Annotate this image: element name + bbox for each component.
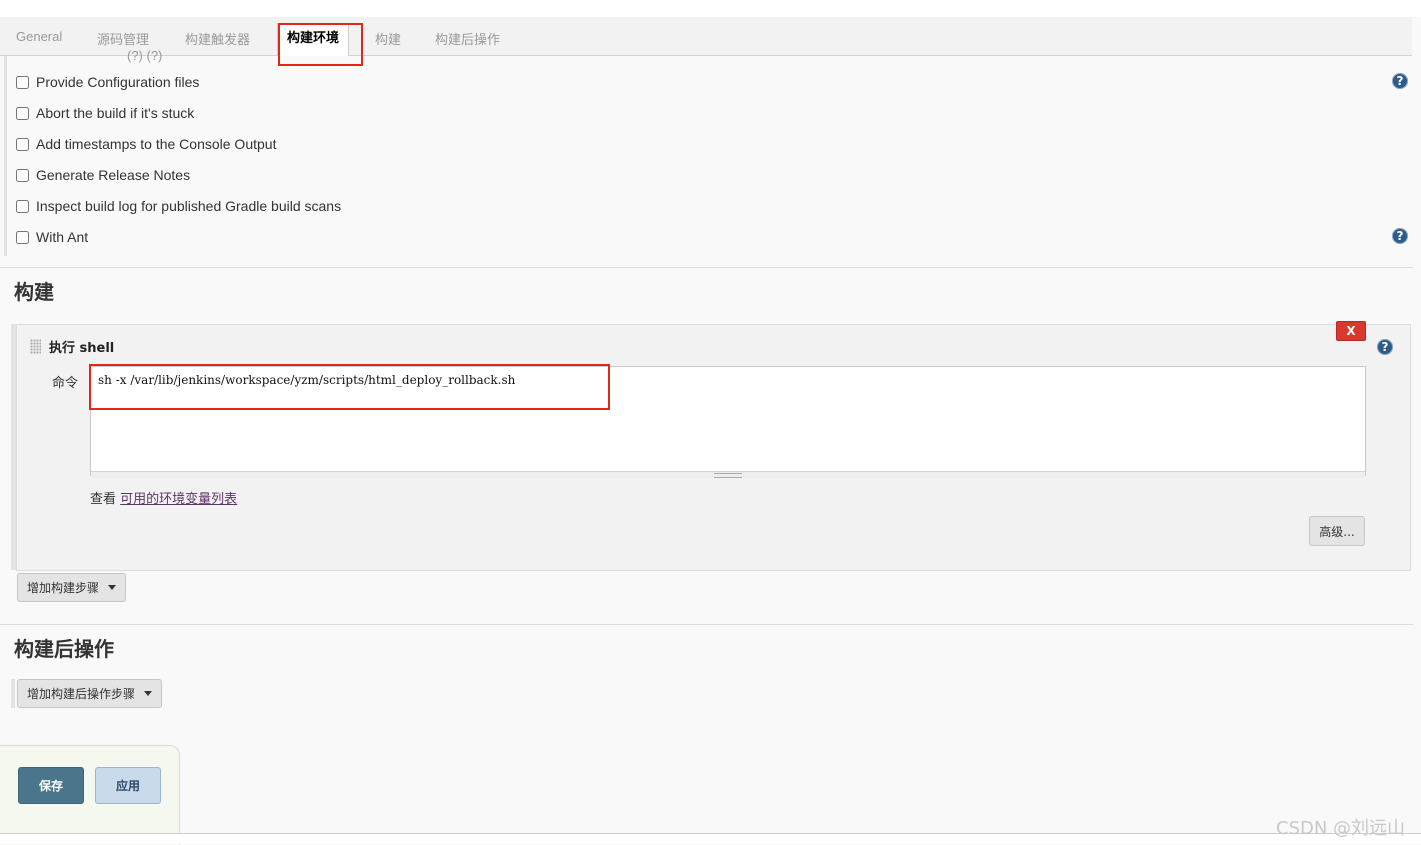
add-build-step-label: 增加构建步骤 [26,581,99,595]
option-release-notes: Generate Release Notes [16,165,190,185]
textarea-resize-handle[interactable] [91,471,1365,478]
command-textarea[interactable]: sh -x /var/lib/jenkins/workspace/yzm/scr… [90,366,1366,476]
add-post-build-step-button[interactable]: 增加构建后操作步骤 [17,679,162,708]
advanced-button[interactable]: 高级... [1309,516,1365,546]
tab-build[interactable]: 构建 [375,29,401,48]
chevron-down-icon [144,691,152,696]
option-abort-if-stuck: Abort the build if it's stuck [16,103,194,123]
env-vars-line: 查看 可用的环境变量列表 [90,488,237,507]
command-label: 命令 [52,376,79,391]
option-label: Provide Configuration files [36,74,200,90]
top-strip [0,0,1421,17]
with-ant-checkbox[interactable] [16,230,29,244]
drag-handle-icon[interactable] [30,339,41,354]
partial-hidden-row: (?) (?) [127,48,163,63]
help-icon[interactable]: ? [1392,73,1408,89]
post-build-section-title: 构建后操作 [14,637,114,661]
option-gradle-build-scans: Inspect build log for published Gradle b… [16,196,341,216]
add-build-step-button[interactable]: 增加构建步骤 [17,573,126,602]
option-add-timestamps: Add timestamps to the Console Output [16,134,276,154]
option-label: Abort the build if it's stuck [36,105,195,121]
config-tab-bar: General 源码管理 构建触发器 构建环境 构建 构建后操作 [0,17,1412,56]
tab-post-build-actions[interactable]: 构建后操作 [435,29,500,48]
tab-build-environment[interactable]: 构建环境 [277,23,350,56]
option-label: Generate Release Notes [36,167,191,183]
save-button[interactable]: 保存 [18,767,84,804]
watermark: CSDN @刘远山 [1276,818,1406,839]
option-label: Add timestamps to the Console Output [36,136,277,152]
env-vars-link[interactable]: 可用的环境变量列表 [120,492,237,507]
add-timestamps-checkbox[interactable] [16,137,29,151]
execute-shell-step-title: 执行 shell [49,341,115,356]
advanced-button-label: 高级... [1319,524,1355,539]
provide-config-files-checkbox[interactable] [16,75,29,89]
tab-build-triggers[interactable]: 构建触发器 [185,29,250,48]
delete-step-button[interactable]: X [1336,321,1366,341]
section-divider [0,267,1413,268]
section-divider [0,624,1413,625]
help-icon[interactable]: ? [1392,228,1408,244]
env-vars-prefix: 查看 [90,492,121,507]
build-section-title: 构建 [14,280,54,304]
release-notes-checkbox[interactable] [16,168,29,182]
abort-if-stuck-checkbox[interactable] [16,106,29,120]
section-indent-bar [4,56,7,256]
bottom-strip [0,834,1421,844]
post-build-indent-bar [11,679,15,708]
help-icon[interactable]: ? [1377,339,1393,355]
apply-button[interactable]: 应用 [95,767,161,804]
tab-source-control[interactable]: 源码管理 [97,29,149,48]
option-with-ant: With Ant [16,227,88,247]
chevron-down-icon [108,585,116,590]
command-value: sh -x /var/lib/jenkins/workspace/yzm/scr… [98,373,516,387]
option-label: Inspect build log for published Gradle b… [36,198,342,214]
gradle-build-scans-checkbox[interactable] [16,199,29,213]
add-post-build-step-label: 增加构建后操作步骤 [26,687,135,701]
option-label: With Ant [36,229,89,245]
tab-general[interactable]: General [16,29,62,44]
option-provide-config-files: Provide Configuration files [16,72,199,92]
